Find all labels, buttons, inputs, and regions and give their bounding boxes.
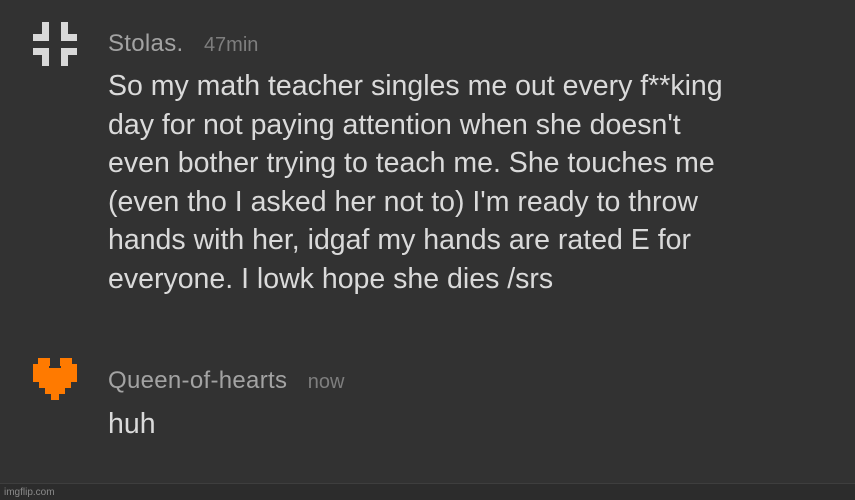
- grid-cross-icon[interactable]: [33, 22, 77, 66]
- watermark: imgflip.com: [4, 487, 55, 498]
- comment-header: Stolas. 47min: [108, 30, 258, 58]
- username[interactable]: Queen-of-hearts: [108, 367, 287, 394]
- pixel-heart-icon[interactable]: [33, 358, 77, 402]
- username[interactable]: Stolas.: [108, 30, 183, 57]
- comment-item: Stolas. 47min So my math teacher singles…: [0, 0, 855, 330]
- footer-bar: imgflip.com: [0, 483, 855, 500]
- comment-header: Queen-of-hearts now: [108, 367, 344, 395]
- comment-body: huh: [108, 408, 156, 440]
- timestamp: 47min: [203, 34, 259, 56]
- comment-item: Queen-of-hearts now huh: [0, 340, 855, 470]
- comment-body: So my math teacher singles me out every …: [108, 70, 723, 295]
- timestamp: now: [307, 371, 345, 393]
